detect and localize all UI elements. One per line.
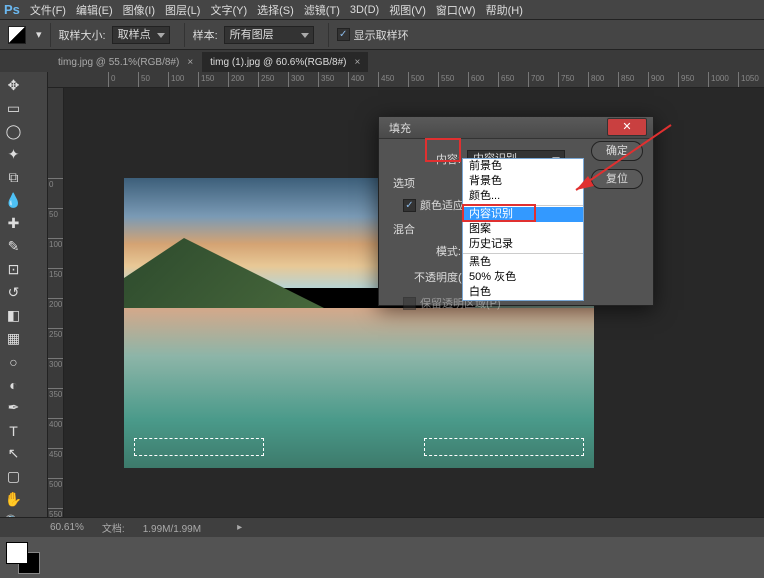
eyedropper-tool[interactable]: 💧: [3, 190, 24, 211]
menu-filter[interactable]: 滤镜(T): [304, 2, 340, 18]
dropdown-option[interactable]: 前景色: [463, 159, 583, 174]
menu-file[interactable]: 文件(F): [30, 2, 66, 18]
status-bar: 60.61% 文档:1.99M/1.99M ▸: [0, 517, 764, 537]
sample-size-select[interactable]: 取样点: [112, 26, 170, 44]
dropdown-option[interactable]: 历史记录: [463, 237, 583, 252]
dropdown-option[interactable]: 内容识别: [463, 207, 583, 222]
shape-tool[interactable]: ▢: [3, 466, 24, 487]
dropdown-option[interactable]: 50% 灰色: [463, 270, 583, 285]
menu-image[interactable]: 图像(I): [123, 2, 155, 18]
hand-tool[interactable]: ✋: [3, 489, 24, 510]
tab-doc-2[interactable]: timg (1).jpg @ 60.6%(RGB/8#)×: [202, 52, 368, 72]
ok-button[interactable]: 确定: [591, 141, 643, 161]
cancel-button[interactable]: 复位: [591, 169, 643, 189]
healing-tool[interactable]: ✚: [3, 213, 24, 234]
menu-help[interactable]: 帮助(H): [486, 2, 523, 18]
mode-label: 模式:: [389, 243, 461, 259]
tool-panel: ✥ ▭ ◯ ✦ ⧉ 💧 ✚ ✎ ⊡ ↺ ◧ ▦ ○ ◐ ✒ T ↖ ▢ ✋ 🔍: [0, 72, 48, 517]
close-icon[interactable]: ×: [354, 57, 360, 68]
selection-marquee-2: [424, 438, 584, 456]
pen-tool[interactable]: ✒: [3, 397, 24, 418]
stamp-tool[interactable]: ⊡: [3, 259, 24, 280]
marquee-tool[interactable]: ▭: [3, 98, 24, 119]
use-dropdown-list[interactable]: 前景色背景色颜色... 内容识别图案历史记录黑色50% 灰色白色: [462, 158, 584, 301]
zoom-level[interactable]: 60.61%: [50, 522, 84, 533]
close-icon[interactable]: ×: [187, 57, 193, 68]
show-ring-label: 显示取样环: [354, 27, 409, 43]
menu-bar: Ps 文件(F) 编辑(E) 图像(I) 图层(L) 文字(Y) 选择(S) 滤…: [0, 0, 764, 20]
show-ring-checkbox[interactable]: ✓: [337, 28, 350, 41]
gradient-tool[interactable]: ▦: [3, 328, 24, 349]
options-bar: ▾ 取样大小: 取样点 样本: 所有图层 ✓ 显示取样环: [0, 20, 764, 50]
eraser-tool[interactable]: ◧: [3, 305, 24, 326]
tab-doc-1[interactable]: timg.jpg @ 55.1%(RGB/8#)×: [50, 52, 201, 72]
preserve-transparency-checkbox: [403, 297, 416, 310]
text-tool[interactable]: T: [3, 420, 24, 441]
sample-size-label: 取样大小:: [59, 27, 106, 43]
crop-tool[interactable]: ⧉: [3, 167, 24, 188]
selection-marquee-1: [134, 438, 264, 456]
eyedropper-tool-icon[interactable]: [8, 26, 26, 44]
color-swatches[interactable]: [2, 540, 44, 578]
use-label: 内容:: [389, 151, 461, 167]
dialog-close-button[interactable]: ✕: [607, 118, 647, 136]
dialog-title: 填充: [389, 120, 411, 136]
document-tabs: timg.jpg @ 55.1%(RGB/8#)× timg (1).jpg @…: [0, 50, 764, 72]
menu-layer[interactable]: 图层(L): [165, 2, 200, 18]
menu-window[interactable]: 窗口(W): [436, 2, 476, 18]
dropdown-option[interactable]: 背景色: [463, 174, 583, 189]
history-brush-tool[interactable]: ↺: [3, 282, 24, 303]
blur-tool[interactable]: ○: [3, 351, 24, 372]
menu-edit[interactable]: 编辑(E): [76, 2, 113, 18]
brush-tool[interactable]: ✎: [3, 236, 24, 257]
dialog-titlebar[interactable]: 填充 ✕: [379, 117, 653, 139]
path-tool[interactable]: ↖: [3, 443, 24, 464]
sample-label: 样本:: [193, 27, 218, 43]
ruler-horizontal: 0501001502002503003504004505005506006507…: [48, 72, 764, 88]
magic-wand-tool[interactable]: ✦: [3, 144, 24, 165]
ruler-vertical: 050100150200250300350400450500550600650: [48, 88, 64, 517]
menu-type[interactable]: 文字(Y): [210, 2, 247, 18]
sample-select[interactable]: 所有图层: [224, 26, 314, 44]
foreground-color[interactable]: [6, 542, 28, 564]
menu-3d[interactable]: 3D(D): [350, 4, 379, 16]
ps-logo: Ps: [4, 2, 20, 17]
move-tool[interactable]: ✥: [3, 75, 24, 96]
lasso-tool[interactable]: ◯: [3, 121, 24, 142]
color-adapt-checkbox[interactable]: ✓: [403, 199, 416, 212]
dropdown-option[interactable]: 颜色...: [463, 189, 583, 204]
dropdown-option[interactable]: 白色: [463, 285, 583, 300]
dropdown-option[interactable]: 黑色: [463, 255, 583, 270]
dropdown-option[interactable]: 图案: [463, 222, 583, 237]
menu-view[interactable]: 视图(V): [389, 2, 426, 18]
dodge-tool[interactable]: ◐: [3, 374, 24, 395]
menu-select[interactable]: 选择(S): [257, 2, 294, 18]
